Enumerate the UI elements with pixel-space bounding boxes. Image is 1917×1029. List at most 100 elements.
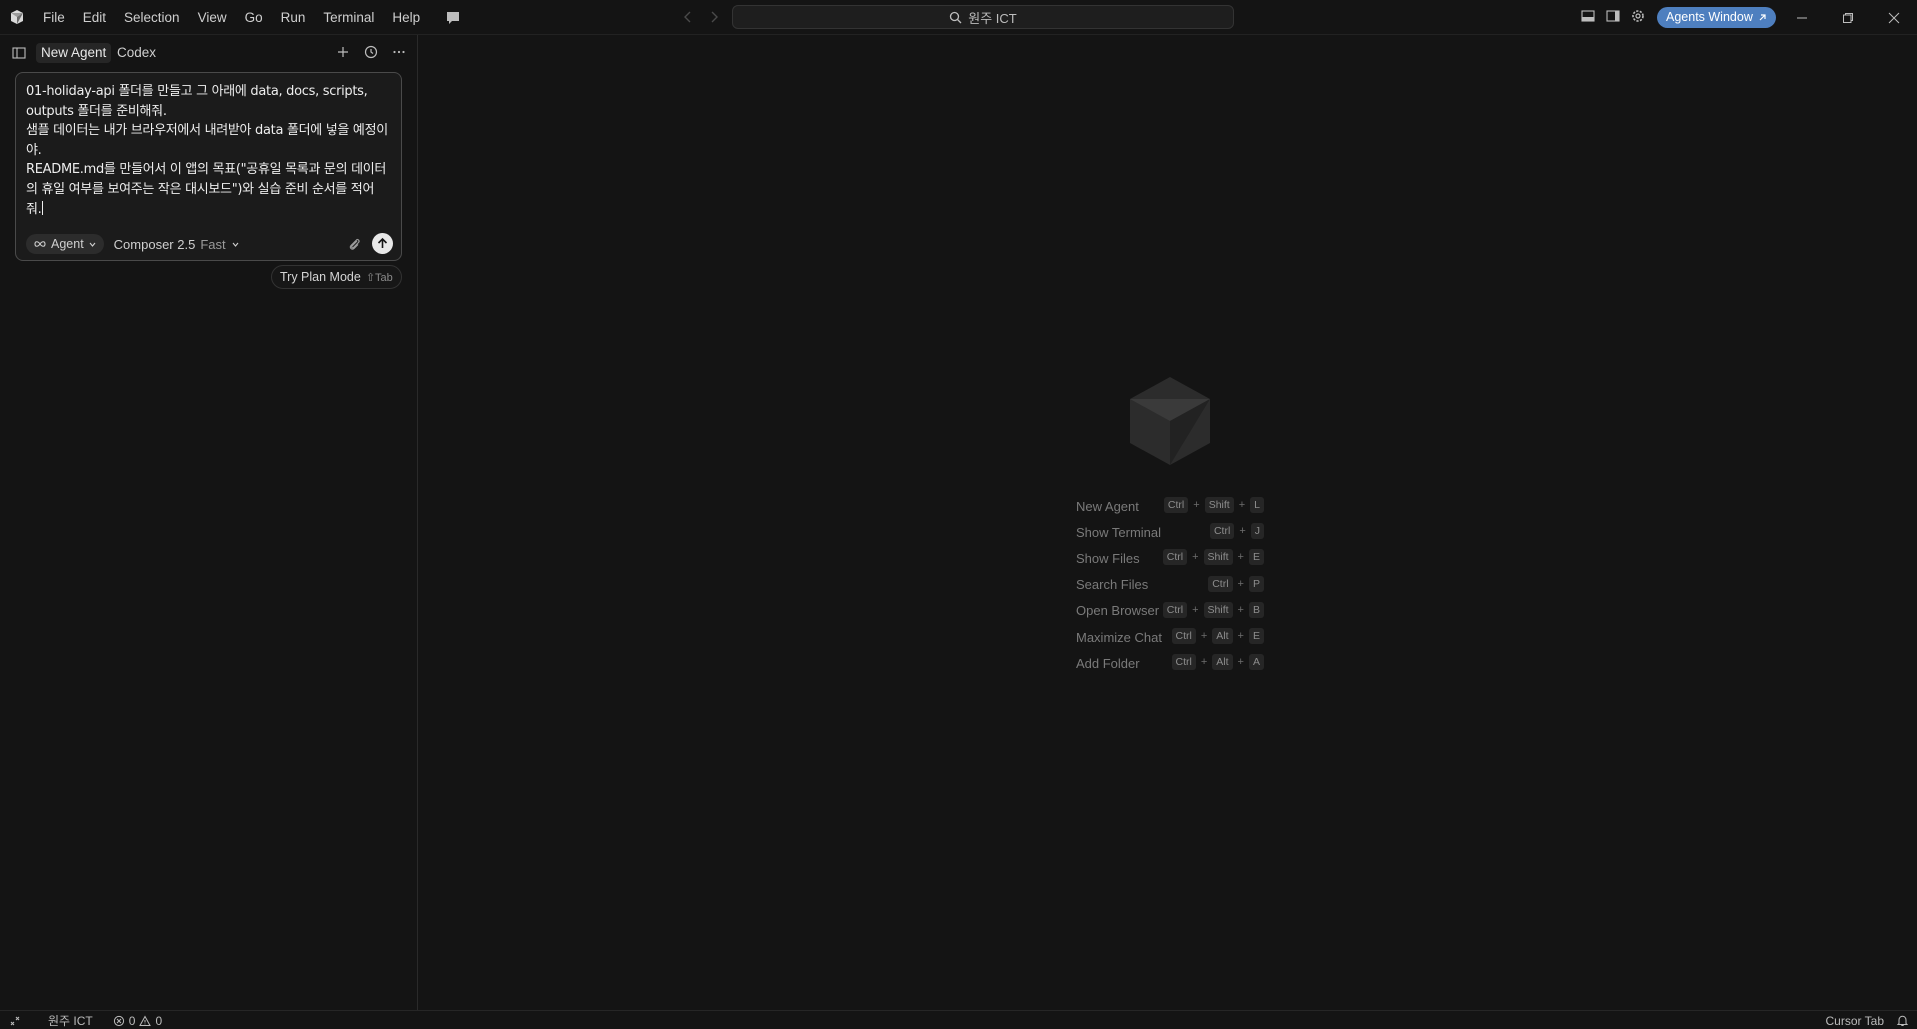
toggle-sidebar-icon[interactable]	[1605, 8, 1621, 24]
shortcut-label: Search Files	[1076, 577, 1149, 593]
tab-codex[interactable]: Codex	[112, 43, 161, 63]
shortcut-label: Open Browser	[1076, 603, 1160, 619]
chevron-down-icon	[231, 240, 240, 249]
shortcut-label: Maximize Chat	[1076, 629, 1162, 645]
shortcut-label: Show Terminal	[1076, 524, 1162, 540]
agent-sidebar: New Agent Codex 01-holiday-api 폴더를 만들고 그…	[0, 35, 418, 1010]
key: Alt	[1212, 654, 1233, 671]
model-speed-label: Fast	[200, 236, 226, 252]
menu-terminal[interactable]: Terminal	[314, 0, 383, 35]
cursor-tab-status[interactable]: Cursor Tab	[1826, 1014, 1884, 1028]
shortcut-row: Show Terminal Ctrl + J	[1076, 519, 1276, 545]
workspace-name[interactable]: 원주 ICT	[48, 1012, 93, 1029]
key: Alt	[1212, 627, 1233, 644]
menu-file[interactable]: File	[34, 0, 74, 35]
shortcut-label: New Agent	[1076, 498, 1139, 514]
shortcut-list: New Agent Ctrl + Shift + L Show Terminal C…	[1076, 493, 1276, 676]
shortcut-keys: Ctrl + Shift + B	[1162, 601, 1264, 618]
shortcut-keys: Ctrl + P	[1208, 575, 1264, 592]
gear-icon[interactable]	[1630, 8, 1646, 24]
cursor-cube-watermark-icon	[1128, 375, 1212, 467]
agent-mode-select[interactable]: Agent	[26, 234, 104, 254]
key: A	[1248, 654, 1264, 671]
try-plan-mode-button[interactable]: Try Plan Mode ⇧Tab	[271, 265, 402, 289]
shortcut-row: Search Files Ctrl + P	[1076, 572, 1276, 598]
menu-view[interactable]: View	[189, 0, 236, 35]
close-icon[interactable]	[1871, 0, 1917, 35]
chat-bubble-icon[interactable]	[444, 9, 462, 27]
menu-selection[interactable]: Selection	[115, 0, 189, 35]
cursor-logo-icon[interactable]	[0, 0, 34, 35]
prompt-text: 01-holiday-api 폴더를 만들고 그 아래에 data, docs,…	[26, 84, 388, 217]
command-center-label: 원주 ICT	[968, 10, 1017, 26]
warning-count: 0	[155, 1013, 163, 1028]
arrow-right-icon[interactable]	[706, 9, 722, 25]
shortcut-keys: Ctrl + Alt + A	[1171, 654, 1264, 671]
key: Ctrl	[1209, 523, 1235, 540]
command-center-search[interactable]: 원주 ICT	[732, 5, 1234, 29]
agent-actions	[335, 44, 407, 60]
problems-indicator[interactable]: 0 0	[113, 1014, 162, 1028]
key: P	[1248, 575, 1264, 592]
title-bar: File Edit Selection View Go Run Terminal…	[0, 0, 1917, 35]
menu-edit[interactable]: Edit	[74, 0, 115, 35]
shortcut-label: Add Folder	[1076, 655, 1140, 671]
agents-window-label: Agents Window	[1666, 10, 1753, 24]
status-bar: 원주 ICT 0 0 Cursor Tab	[0, 1010, 1917, 1029]
key: E	[1248, 549, 1264, 566]
key: L	[1250, 497, 1264, 513]
restore-icon[interactable]	[1825, 0, 1871, 35]
bell-icon[interactable]	[1896, 1014, 1909, 1027]
key: Shift	[1203, 601, 1233, 618]
agent-tab-bar: New Agent Codex	[0, 35, 417, 71]
error-icon	[113, 1015, 125, 1027]
model-select[interactable]: Composer 2.5 Fast	[114, 237, 240, 252]
shortcut-row: Add Folder Ctrl + Alt + A	[1076, 650, 1276, 676]
arrow-left-icon[interactable]	[680, 9, 696, 25]
paperclip-icon[interactable]	[345, 235, 363, 253]
agent-composer[interactable]: 01-holiday-api 폴더를 만들고 그 아래에 data, docs,…	[15, 72, 402, 261]
key: E	[1248, 627, 1264, 644]
toggle-panel-icon[interactable]	[1580, 8, 1596, 24]
send-button[interactable]	[372, 233, 393, 254]
key: Ctrl	[1163, 497, 1189, 513]
key: J	[1250, 523, 1264, 540]
text-caret	[41, 200, 43, 215]
chevron-down-icon	[88, 240, 97, 249]
plus-icon[interactable]	[335, 44, 351, 60]
shortcut-keys: Ctrl + Alt + E	[1171, 627, 1264, 644]
shortcut-row: Maximize Chat Ctrl + Alt + E	[1076, 624, 1276, 650]
status-left: 원주 ICT 0 0	[8, 1012, 162, 1029]
history-clock-icon[interactable]	[363, 44, 379, 60]
key: Ctrl	[1171, 654, 1196, 671]
key: Ctrl	[1162, 601, 1188, 618]
key: Ctrl	[1208, 575, 1233, 592]
composer-footer: Agent Composer 2.5 Fast	[26, 233, 393, 255]
window-controls	[1779, 0, 1917, 35]
key: Ctrl	[1171, 627, 1196, 644]
history-navigation	[680, 9, 722, 25]
menu-bar: File Edit Selection View Go Run Terminal…	[34, 0, 429, 35]
more-ellipsis-icon[interactable]	[391, 44, 407, 60]
shortcut-row: Open Browser Ctrl + Shift + B	[1076, 598, 1276, 624]
agents-window-button[interactable]: Agents Window	[1657, 7, 1776, 28]
tab-new-agent[interactable]: New Agent	[36, 43, 112, 63]
prompt-input[interactable]: 01-holiday-api 폴더를 만들고 그 아래에 data, docs,…	[26, 82, 396, 219]
shortcut-row: New Agent Ctrl + Shift + L	[1076, 493, 1276, 519]
menu-help[interactable]: Help	[383, 0, 429, 35]
key: B	[1248, 601, 1264, 618]
error-count: 0	[128, 1013, 136, 1028]
infinity-icon	[33, 239, 47, 249]
menu-run[interactable]: Run	[272, 0, 315, 35]
key: Ctrl	[1162, 549, 1188, 566]
agent-mode-label: Agent	[51, 237, 84, 251]
sidebar-toggle-icon[interactable]	[11, 45, 27, 61]
shortcut-keys: Ctrl + Shift + L	[1163, 497, 1264, 513]
menu-go[interactable]: Go	[236, 0, 272, 35]
key: Shift	[1203, 549, 1233, 566]
shortcut-keys: Ctrl + J	[1209, 523, 1264, 540]
layout-controls	[1580, 8, 1646, 24]
minimize-icon[interactable]	[1779, 0, 1825, 35]
arrow-up-icon	[377, 237, 388, 248]
remote-connection-icon[interactable]	[8, 1014, 22, 1028]
